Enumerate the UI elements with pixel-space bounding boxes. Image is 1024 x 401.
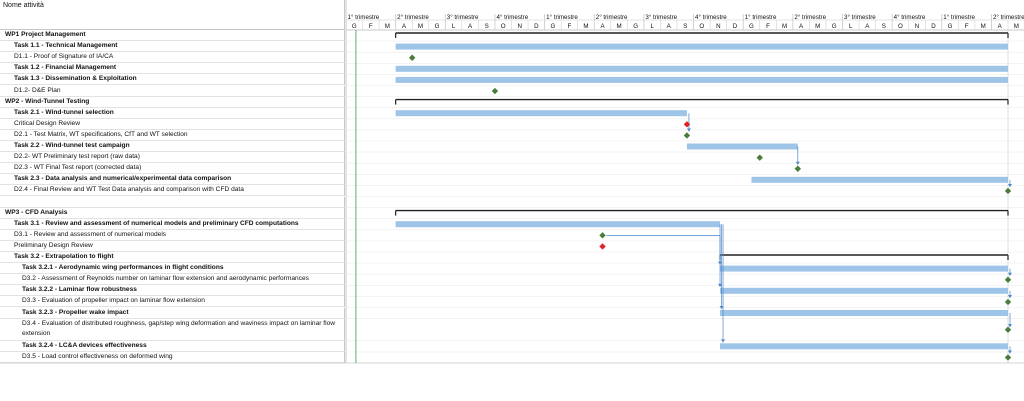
deliverable-milestone [794, 165, 802, 172]
month-label: O [699, 23, 704, 30]
quarter-label: 3° trimestre [645, 14, 677, 21]
month-label: G [550, 23, 555, 30]
deliverable-milestone [683, 132, 691, 139]
month-label: N [518, 23, 522, 30]
month-label: A [799, 23, 804, 30]
month-label: D [534, 23, 539, 30]
month-label: S [485, 23, 489, 30]
quarter-label: 3° trimestre [447, 14, 479, 21]
quarter-label: 2° trimestre [993, 14, 1024, 21]
quarter-label: 4° trimestre [695, 14, 727, 21]
month-label: F [568, 23, 572, 30]
month-label: L [849, 23, 853, 30]
month-label: A [468, 23, 473, 30]
quarter-label: 4° trimestre [496, 14, 528, 21]
month-label: M [815, 23, 820, 30]
month-label: G [435, 23, 440, 30]
task-bar [395, 43, 1008, 50]
quarter-label: 2° trimestre [596, 14, 628, 21]
month-label: N [915, 23, 919, 30]
month-label: N [716, 23, 720, 30]
deliverable-milestone [599, 232, 606, 239]
month-label: O [898, 23, 903, 30]
month-label: S [683, 23, 687, 30]
dependency-link [606, 235, 721, 265]
deliverable-milestone [409, 54, 416, 61]
month-label: G [352, 23, 357, 30]
month-label: F [369, 23, 373, 30]
quarter-label: 1° trimestre [943, 14, 975, 21]
month-label: O [501, 23, 506, 30]
task-bar [720, 310, 1008, 316]
month-label: A [865, 23, 870, 30]
deliverable-milestone [1004, 298, 1012, 306]
quarter-label: 2° trimestre [397, 14, 429, 21]
month-label: G [832, 23, 837, 30]
gantt-chart: Nome attività WP1 Project Management Task… [0, 0, 1024, 401]
month-label: G [633, 23, 638, 30]
quarter-label: 3° trimestre [844, 14, 876, 21]
deliverable-milestone [491, 87, 499, 95]
month-label: M [583, 23, 588, 30]
month-label: M [385, 23, 390, 30]
task-bar [395, 76, 1008, 83]
month-label: L [452, 23, 456, 30]
task-bar [686, 143, 798, 150]
quarter-label: 1° trimestre [546, 14, 578, 21]
task-bar [720, 287, 1008, 294]
month-label: L [650, 23, 654, 30]
month-label: D [931, 23, 936, 30]
quarter-label: 2° trimestre [794, 14, 826, 21]
deliverable-milestone [1004, 354, 1012, 361]
month-label: A [600, 23, 605, 30]
month-label: G [948, 23, 953, 30]
task-bar [720, 343, 1008, 350]
month-label: M [1014, 23, 1019, 30]
month-label: F [766, 23, 770, 30]
task-bar [395, 221, 721, 228]
month-label: M [981, 23, 986, 30]
deliverable-milestone [1004, 187, 1012, 195]
month-label: F [965, 23, 969, 30]
quarter-label: 4° trimestre [894, 14, 926, 21]
task-bar [395, 110, 687, 117]
deliverable-milestone [1004, 276, 1012, 283]
deliverable-milestone [1004, 326, 1012, 333]
task-bar [720, 265, 1008, 272]
month-label: A [667, 23, 672, 30]
dependency-arrow [1008, 324, 1012, 328]
quarter-label: 1° trimestre [745, 14, 777, 21]
deliverable-milestone [756, 154, 763, 161]
timeline: 1° trimestre 2° trimestre 3° trimestre 4° t… [0, 0, 1024, 364]
month-label: D [733, 23, 738, 30]
month-label: M [418, 23, 423, 30]
month-label: G [749, 23, 754, 30]
month-label: M [616, 23, 621, 30]
month-label: S [882, 23, 886, 30]
month-label: A [998, 23, 1003, 30]
month-label: A [402, 23, 407, 30]
month-label: M [782, 23, 787, 30]
task-bar [395, 65, 1008, 72]
task-bar [751, 176, 1008, 183]
review-milestone [599, 243, 606, 250]
quarter-label: 1° trimestre [348, 14, 380, 21]
